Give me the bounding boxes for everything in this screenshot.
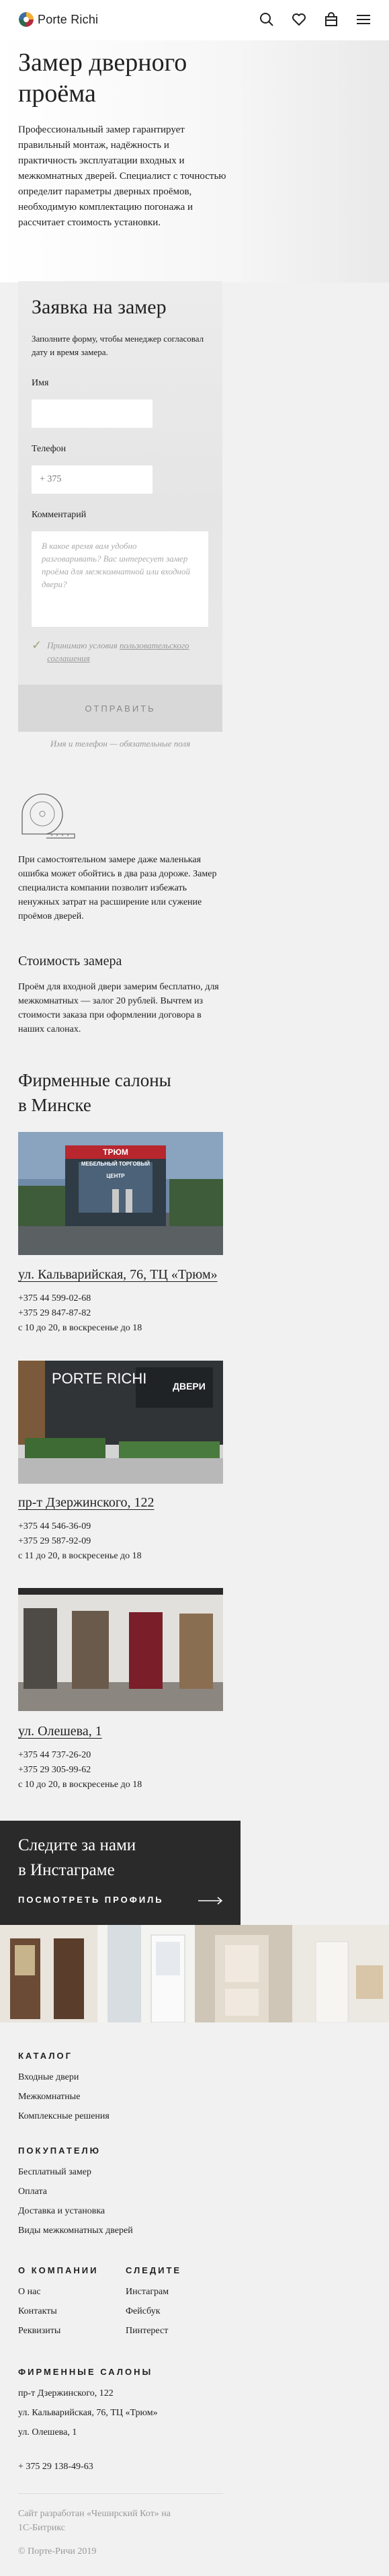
developer-credit[interactable]: Сайт разработан «Чеширский Кот» на 1С-Би… [18,2507,171,2535]
trum-sign: ТРЮМ МЕБЕЛЬНЫЙ ТОРГОВЫЙ ЦЕНТР [81,1147,150,1179]
comment-field[interactable]: В какое время вам удобно разговаривать? … [32,531,208,627]
cost-text: Проём для входной двери замерим бесплатн… [18,982,219,1034]
gallery-photo-1 [0,1925,97,2022]
salon-hours: с 10 до 20, в воскресенье до 18 [18,1323,142,1333]
logo-text: Porte Richi [38,12,99,26]
salons-title: Фирменные салоны в Минске [18,1070,171,1115]
footer-link[interactable]: Комплексные решения [18,2111,110,2122]
footer-link[interactable]: Оплата [18,2187,47,2197]
name-field[interactable] [32,400,153,428]
salon-phone[interactable]: +375 29 847-87-82 [18,1306,142,1321]
footer-link[interactable]: О нас [18,2287,41,2298]
salon-info-trum: +375 44 599-02-68 +375 29 847-87-82 с 10… [18,1291,142,1336]
footer-link[interactable]: Виды межкомнатных дверей [18,2226,133,2236]
footer-link[interactable]: Межкомнатные [18,2092,80,2103]
salon-info-olesheva: +375 44 737-26-20 +375 29 305-99-62 с 10… [18,1748,142,1792]
page-title: Замер дверного проёма [18,48,187,108]
submit-button[interactable]: ОТПРАВИТЬ [18,685,222,732]
cost-title: Стоимость замера [18,954,122,969]
footer-link[interactable]: Реквизиты [18,2326,60,2337]
tape-measure-icon [17,787,77,844]
footer-divider [18,2493,223,2494]
salon-address-dzerzhinskogo[interactable]: пр-т Дзержинского, 122 [18,1495,155,1511]
copyright: © Порте-Ричи 2019 [18,2546,97,2556]
instagram-title: Следите за нами в Инстаграме [18,1836,136,1879]
site-header: Porte Richi [0,0,389,40]
phone-field[interactable] [32,465,153,494]
consent-checkbox[interactable]: ✓ Принимаю условия пользовательского сог… [32,639,206,665]
footer-link[interactable]: Фейсбук [126,2306,161,2317]
footer-link[interactable]: Контакты [18,2306,57,2317]
salon-phone[interactable]: +375 29 587-92-09 [18,1534,142,1549]
required-fields-note: Имя и телефон — обязательные поля [50,738,191,749]
instagram-gallery [0,1925,389,2023]
arrow-right-icon[interactable] [198,1896,223,1908]
footer-link[interactable]: ул. Олешева, 1 [18,2427,77,2438]
instagram-block: Следите за нами в Инстаграме ПОСМОТРЕТЬ П… [0,1821,241,1925]
comment-label: Комментарий [32,510,87,520]
footer-phone[interactable]: + 375 29 138-49-63 [18,2462,93,2472]
salon-photo-dzerzhinskogo: PORTE RICHI ДВЕРИ [18,1361,223,1484]
self-measure-text: При самостоятельном замере даже маленька… [18,855,217,921]
intro-text: Профессиональный замер гарантирует прави… [18,124,226,228]
page: Porte Richi Замер дверного проёма Професс… [0,0,389,2576]
footer-salons-heading: ФИРМЕННЫЕ САЛОНЫ [18,2367,153,2377]
salon-phone[interactable]: +375 29 305-99-62 [18,1763,142,1778]
name-label: Имя [32,378,49,388]
phone-label: Телефон [32,444,67,454]
salon-photo-olesheva [18,1588,223,1711]
footer-buyers-heading: ПОКУПАТЕЛЮ [18,2146,101,2156]
measure-request-form: Заявка на замер Заполните форму, чтобы м… [18,281,222,732]
porte-richi-sign: PORTE RICHI [52,1370,147,1387]
doors-sign: ДВЕРИ [173,1381,206,1392]
consent-text: Принимаю условия [47,640,118,650]
heart-icon[interactable] [291,11,307,28]
logo-mark-icon [19,12,34,27]
salon-hours: с 10 до 20, в воскресенье до 18 [18,1780,142,1790]
footer-link[interactable]: Доставка и установка [18,2206,105,2217]
footer-company-heading: О КОМПАНИИ [18,2265,99,2275]
salon-address-olesheva[interactable]: ул. Олешева, 1 [18,1724,102,1739]
salon-phone[interactable]: +375 44 546-36-09 [18,1519,142,1534]
form-description: Заполните форму, чтобы менеджер согласов… [32,334,204,357]
site-footer: КАТАЛОГ Входные двери Межкомнатные Компл… [0,2022,389,2576]
salon-photo-trum: ТРЮМ МЕБЕЛЬНЫЙ ТОРГОВЫЙ ЦЕНТР [18,1132,223,1255]
gallery-photo-2 [97,1925,195,2023]
form-title: Заявка на замер [32,296,167,318]
footer-link[interactable]: ул. Кальварийская, 76, ТЦ «Трюм» [18,2408,158,2419]
instagram-profile-link[interactable]: ПОСМОТРЕТЬ ПРОФИЛЬ [18,1895,164,1905]
footer-catalog-heading: КАТАЛОГ [18,2051,73,2061]
bag-icon[interactable] [323,11,339,28]
footer-link[interactable]: Входные двери [18,2072,79,2083]
footer-link[interactable]: Пинтерест [126,2326,168,2337]
search-icon[interactable] [259,11,275,28]
footer-link[interactable]: Бесплатный замер [18,2167,91,2178]
menu-icon[interactable] [355,11,372,28]
salon-hours: с 11 до 20, в воскресенье до 18 [18,1551,142,1561]
logo[interactable]: Porte Richi [19,12,98,27]
salon-phone[interactable]: +375 44 737-26-20 [18,1748,142,1763]
checkmark-icon: ✓ [32,638,42,652]
footer-link[interactable]: Инстаграм [126,2287,169,2298]
salon-address-trum[interactable]: ул. Кальварийская, 76, ТЦ «Трюм» [18,1267,218,1283]
footer-follow-heading: СЛЕДИТЕ [126,2265,182,2275]
gallery-photo-4 [292,1925,389,2023]
gallery-photo-3 [195,1925,292,2022]
footer-link[interactable]: пр-т Дзержинского, 122 [18,2388,114,2399]
salon-info-dzerzhinskogo: +375 44 546-36-09 +375 29 587-92-09 с 11… [18,1519,142,1564]
salon-phone[interactable]: +375 44 599-02-68 [18,1291,142,1306]
